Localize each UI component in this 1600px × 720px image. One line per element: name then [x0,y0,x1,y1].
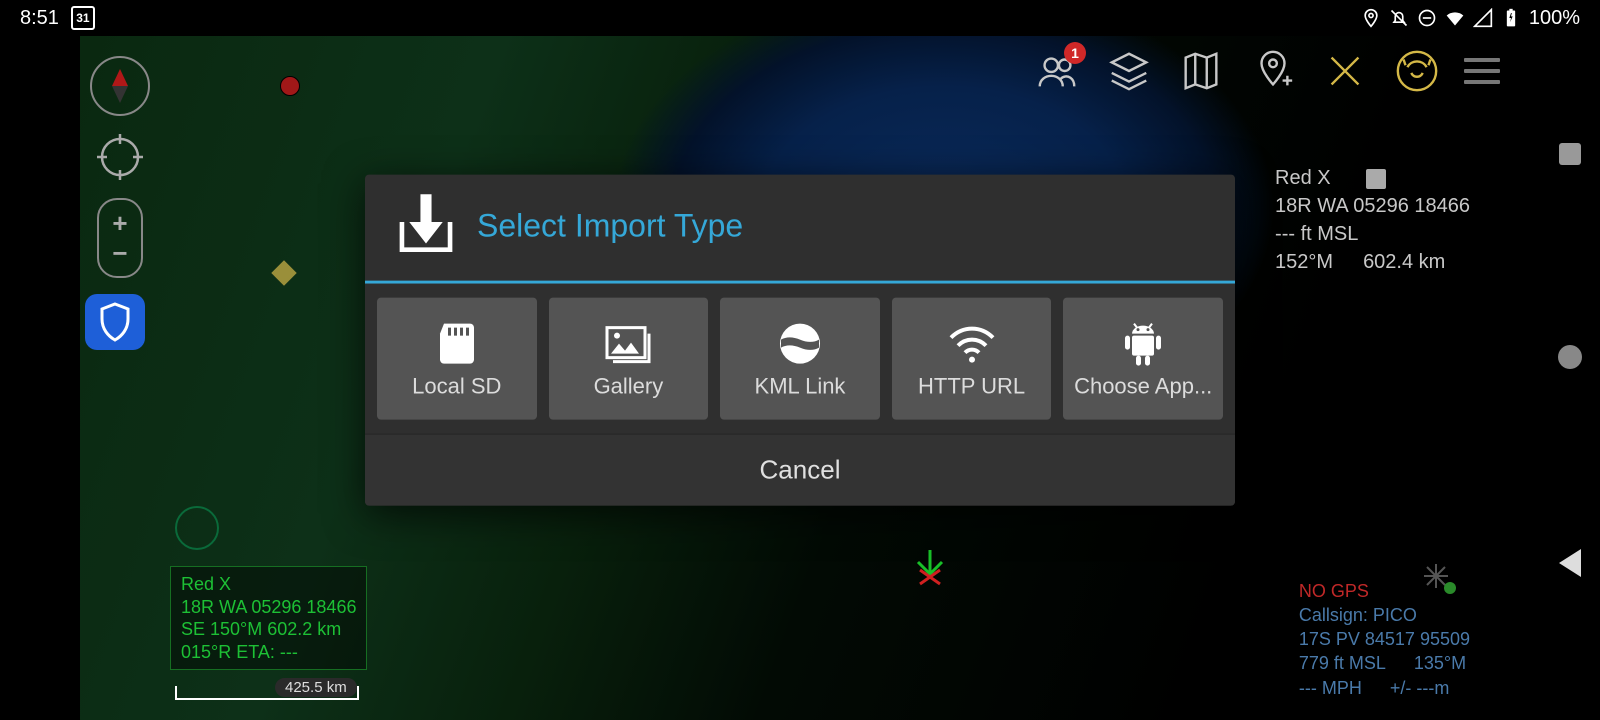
side-title: Red X [1275,167,1331,189]
gallery-icon [601,320,655,368]
main-toolbar: 1 [1032,46,1500,96]
target-bearing-dist: SE 150°M 602.2 km [181,618,356,641]
kml-earth-icon [773,320,827,368]
wifi-icon [945,320,999,368]
sd-card-icon [430,320,484,368]
gps-status-text: NO GPS [1299,579,1470,603]
side-distance: 602.4 km [1363,248,1445,276]
target-name: Red X [181,573,356,596]
close-x-button[interactable] [1320,46,1370,96]
import-icon [389,189,463,263]
add-point-button[interactable] [1248,46,1298,96]
dialog-title: Select Import Type [477,207,743,244]
option-label: HTTP URL [918,374,1025,399]
mute-bell-icon [1389,8,1409,28]
option-label: KML Link [755,374,846,399]
option-label: Local SD [412,374,501,399]
back-button[interactable] [1559,549,1581,577]
gps-accuracy: +/- ---m [1390,676,1449,700]
status-time: 8:51 [20,7,59,30]
stop-icon[interactable] [1366,169,1386,189]
scale-label: 425.5 km [275,678,357,697]
location-icon [1361,8,1381,28]
target-info-box[interactable]: Red X 18R WA 05296 18466 SE 150°M 602.2 … [170,566,367,670]
gps-alt: 779 ft MSL [1299,651,1386,675]
recent-apps-button[interactable] [1559,143,1581,165]
dnd-icon [1417,8,1437,28]
side-alt: --- ft MSL [1275,220,1470,248]
side-info-panel: Red X 18R WA 05296 18466 --- ft MSL 152°… [1275,164,1470,276]
menu-button[interactable] [1464,58,1500,84]
red-x-marker[interactable] [910,546,950,591]
cancel-button[interactable]: Cancel [365,434,1235,506]
signal-icon [1473,8,1493,28]
android-status-bar: 8:51 31 100% [0,0,1600,36]
import-gallery-button[interactable]: Gallery [549,298,709,420]
system-nav [1558,143,1582,577]
side-mgrs: 18R WA 05296 18466 [1275,192,1470,220]
import-choose-app-button[interactable]: Choose App... [1063,298,1223,420]
calendar-icon: 31 [71,6,95,30]
maps-button[interactable] [1176,46,1226,96]
gps-speed: --- MPH [1299,676,1362,700]
home-button[interactable] [1558,345,1582,369]
left-tool-column: + − [90,56,150,350]
gps-callsign: Callsign: PICO [1299,603,1470,627]
layers-button[interactable] [1104,46,1154,96]
gps-mgrs: 17S PV 84517 95509 [1299,627,1470,651]
wifi-icon [1445,8,1465,28]
target-mgrs: 18R WA 05296 18466 [181,596,356,619]
battery-icon [1501,8,1521,28]
import-type-dialog: Select Import Type Local SD Gallery KML … [365,175,1235,506]
zoom-in-button[interactable]: + [112,208,127,238]
option-label: Gallery [594,374,664,399]
contacts-badge: 1 [1064,42,1086,64]
dog-marker[interactable] [175,506,219,550]
gps-bearing: 135°M [1414,651,1466,675]
shield-plugin-button[interactable] [85,294,145,350]
battery-percent: 100% [1529,7,1580,30]
android-icon [1116,320,1170,368]
dog-button[interactable] [1392,46,1442,96]
import-local-sd-button[interactable]: Local SD [377,298,537,420]
import-http-button[interactable]: HTTP URL [892,298,1052,420]
option-label: Choose App... [1074,374,1212,399]
target-eta: 015°R ETA: --- [181,641,356,664]
gps-status-box[interactable]: NO GPS Callsign: PICO 17S PV 84517 95509… [1299,579,1470,700]
contacts-button[interactable]: 1 [1032,46,1082,96]
crosshair-button[interactable] [95,132,145,182]
map-scale: 425.5 km [175,686,359,700]
zoom-control: + − [97,198,143,278]
import-kml-button[interactable]: KML Link [720,298,880,420]
tl-marker[interactable] [280,76,300,96]
compass-button[interactable] [90,56,150,116]
zoom-out-button[interactable]: − [112,238,127,268]
side-bearing: 152°M [1275,248,1333,276]
